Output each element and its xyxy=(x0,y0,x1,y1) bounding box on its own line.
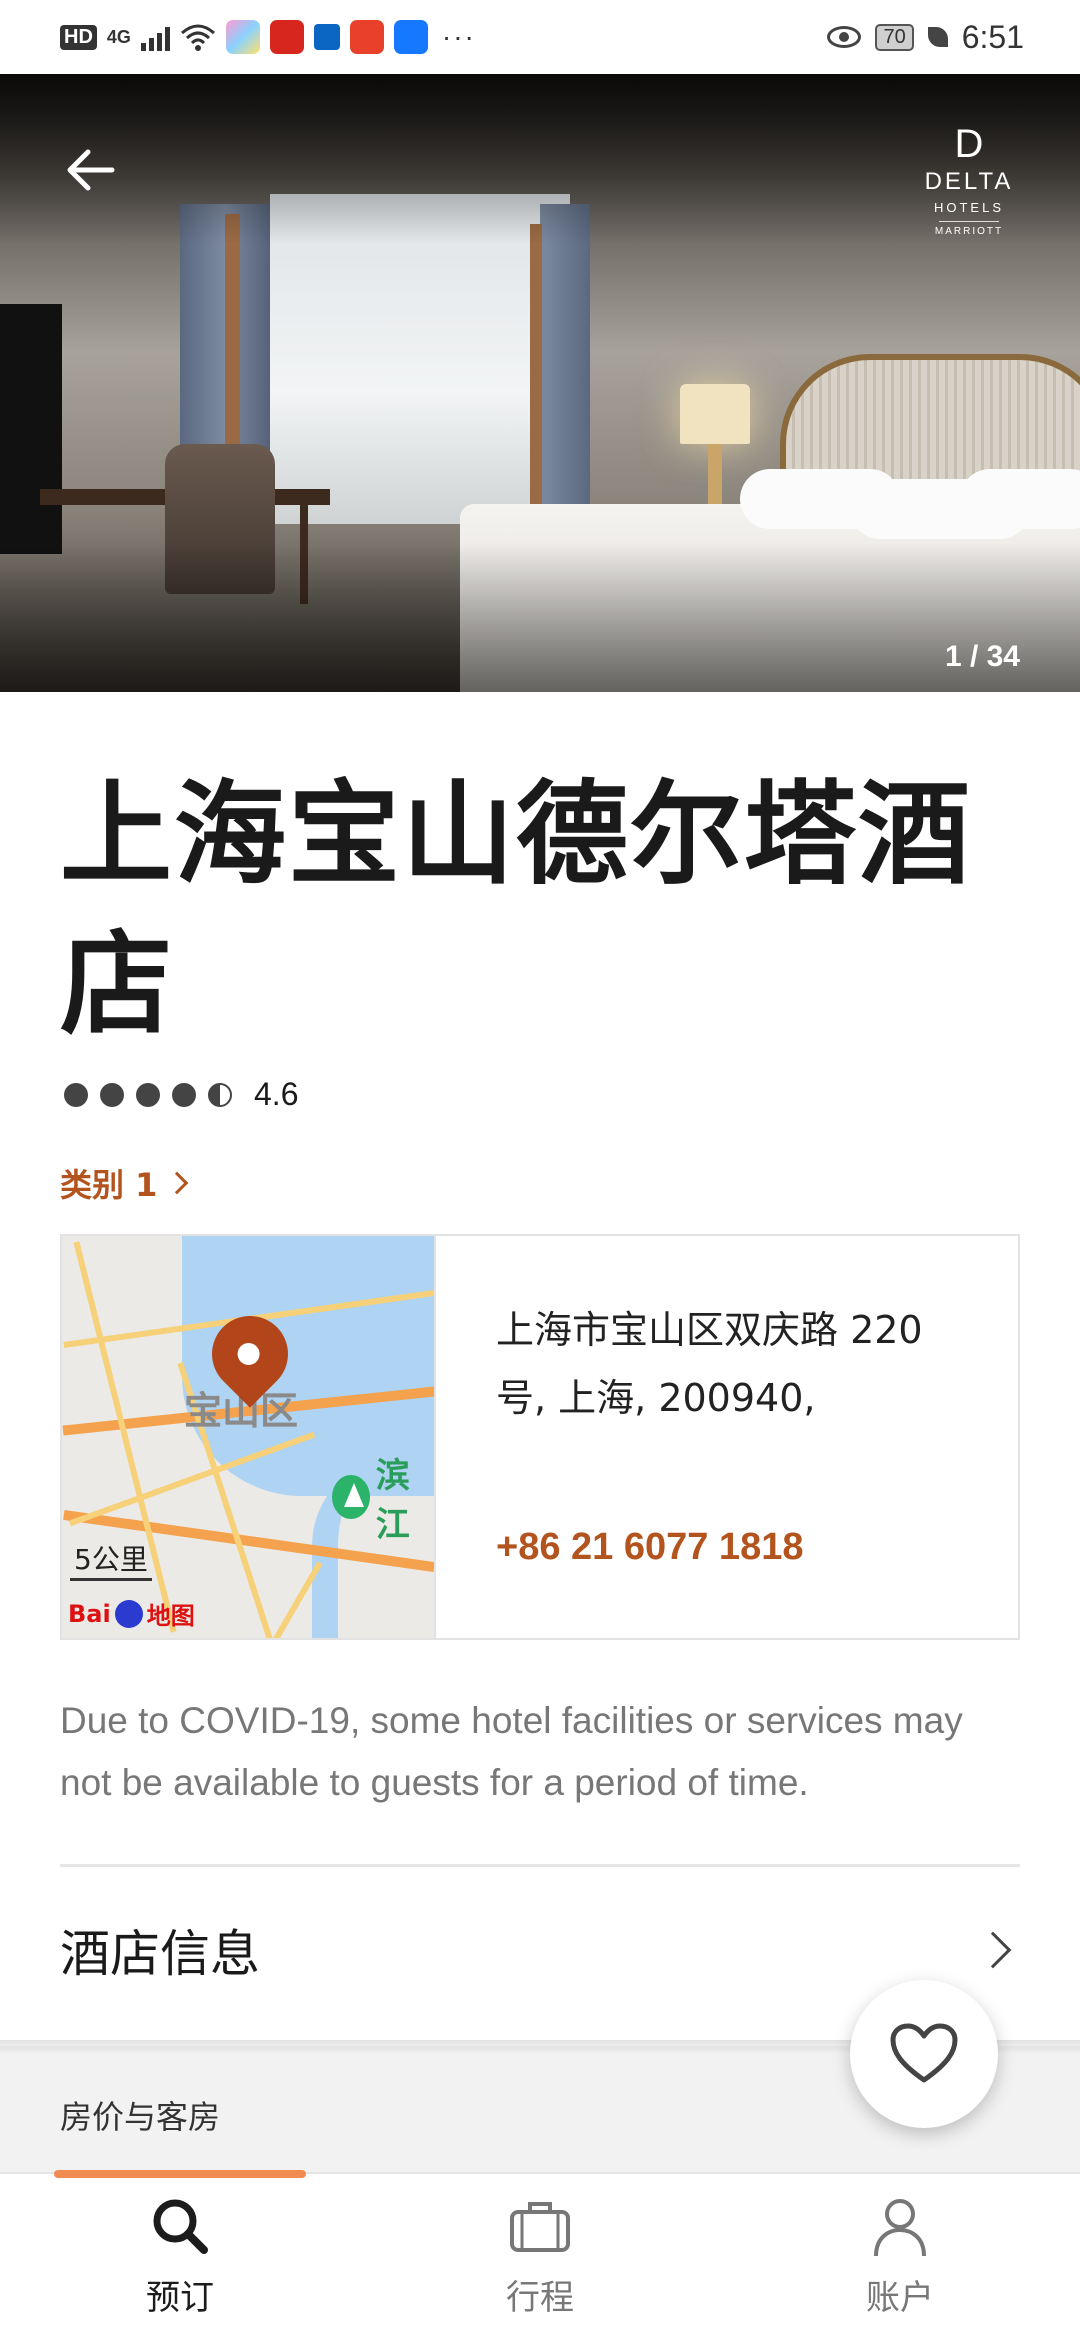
network-type: 4G xyxy=(106,26,131,47)
hotel-info-row[interactable]: 酒店信息 xyxy=(60,1890,1020,2010)
delta-hotels-logo: D DELTA HOTELS MARRIOTT xyxy=(914,124,1024,237)
rating-dot-half xyxy=(208,1082,232,1107)
nav-active-indicator xyxy=(54,2170,306,2178)
baidu-logo-suffix: 地图 xyxy=(146,1602,195,1630)
map-scale: 5公里 xyxy=(70,1538,152,1581)
rates-rooms-label: 房价与客房 xyxy=(60,2098,221,2136)
chevron-right-icon xyxy=(974,1931,1012,1969)
map-park-text: 滨江 xyxy=(375,1456,410,1545)
brand-marriott: MARRIOTT xyxy=(934,226,1004,237)
rating-row: 4.6 xyxy=(64,1076,298,1113)
nav-label: 账户 xyxy=(866,2278,934,2318)
search-icon xyxy=(153,2199,208,2254)
photo-curtain xyxy=(540,204,590,524)
bottom-nav: 预订 行程 账户 xyxy=(0,2170,1080,2340)
brand-divider xyxy=(939,221,999,222)
covid-notice: Due to COVID-19, some hotel facilities o… xyxy=(60,1700,963,1803)
status-right: 70 6:51 xyxy=(827,19,1024,56)
nav-label: 预订 xyxy=(146,2278,214,2318)
heart-icon xyxy=(890,2023,958,2083)
photo-bottom-gradient xyxy=(0,542,1080,692)
brand-sub: HOTELS xyxy=(933,200,1004,215)
category-link[interactable]: 类别 1 xyxy=(60,1160,189,1206)
photo-pillow xyxy=(960,469,1080,529)
photo-counter: 1 / 34 xyxy=(944,640,1020,673)
eye-comfort-icon xyxy=(827,26,862,48)
baidu-map-logo: Bai 地图 xyxy=(68,1596,195,1631)
rating-dot-full xyxy=(100,1082,124,1107)
linkedin-icon xyxy=(313,24,340,50)
rating-dot-full xyxy=(136,1082,160,1107)
status-bar: HD 4G ··· 70 6:51 xyxy=(0,0,1080,74)
status-left: HD 4G ··· xyxy=(60,20,476,54)
hotel-name: 上海宝山德尔塔酒店 xyxy=(60,770,972,1050)
more-notifications-icon: ··· xyxy=(441,21,476,52)
map-thumbnail[interactable]: 宝山区 滨江 5公里 Bai 地图 xyxy=(62,1236,436,1638)
battery-icon: 70 xyxy=(875,23,914,51)
clock: 6:51 xyxy=(961,18,1024,55)
category-label: 类别 1 xyxy=(60,1166,158,1204)
location-info: 上海市宝山区双庆路 220 号, 上海, 200940, +86 21 6077… xyxy=(436,1236,1018,1638)
map-park-label: 滨江 xyxy=(332,1448,434,1546)
favorite-button[interactable] xyxy=(850,1980,998,2128)
app-notification-icon xyxy=(225,20,260,54)
baidu-paw-icon xyxy=(114,1599,143,1628)
user-icon xyxy=(874,2199,926,2257)
nav-label: 行程 xyxy=(506,2278,574,2318)
photo-drape xyxy=(530,224,542,524)
location-card: 宝山区 滨江 5公里 Bai 地图 上海市宝山区双庆路 220 号, 上海, 2… xyxy=(60,1234,1020,1640)
photo-lamp xyxy=(680,384,750,444)
hd-badge: HD xyxy=(60,24,97,50)
app-notification-icon xyxy=(349,20,384,54)
rating-dot-full xyxy=(172,1082,196,1107)
baidu-logo-prefix: Bai xyxy=(68,1599,111,1628)
park-icon xyxy=(332,1475,370,1519)
back-arrow-icon xyxy=(67,149,115,191)
nav-item-account[interactable]: 账户 xyxy=(790,2194,1010,2334)
wifi-icon xyxy=(180,24,215,51)
suitcase-icon xyxy=(510,2202,570,2252)
power-saving-icon xyxy=(927,27,948,47)
hotel-phone-link[interactable]: +86 21 6077 1818 xyxy=(496,1526,803,1569)
signal-icon xyxy=(140,23,170,51)
chevron-right-icon xyxy=(166,1171,189,1195)
rating-dot-full xyxy=(64,1082,88,1107)
brand-name: DELTA xyxy=(924,168,1014,195)
hotel-info-label: 酒店信息 xyxy=(60,1925,260,1983)
rating-value: 4.6 xyxy=(254,1076,299,1112)
alipay-icon xyxy=(393,20,428,54)
nav-item-book[interactable]: 预订 xyxy=(70,2194,290,2334)
photo-tv xyxy=(0,304,62,554)
back-button[interactable] xyxy=(62,140,122,200)
app-notification-icon xyxy=(269,20,304,54)
delta-d-icon: D xyxy=(954,122,984,166)
hotel-address: 上海市宝山区双庆路 220 号, 上海, 200940, xyxy=(496,1308,923,1420)
nav-item-trips[interactable]: 行程 xyxy=(430,2194,650,2334)
section-divider xyxy=(60,1864,1020,1867)
